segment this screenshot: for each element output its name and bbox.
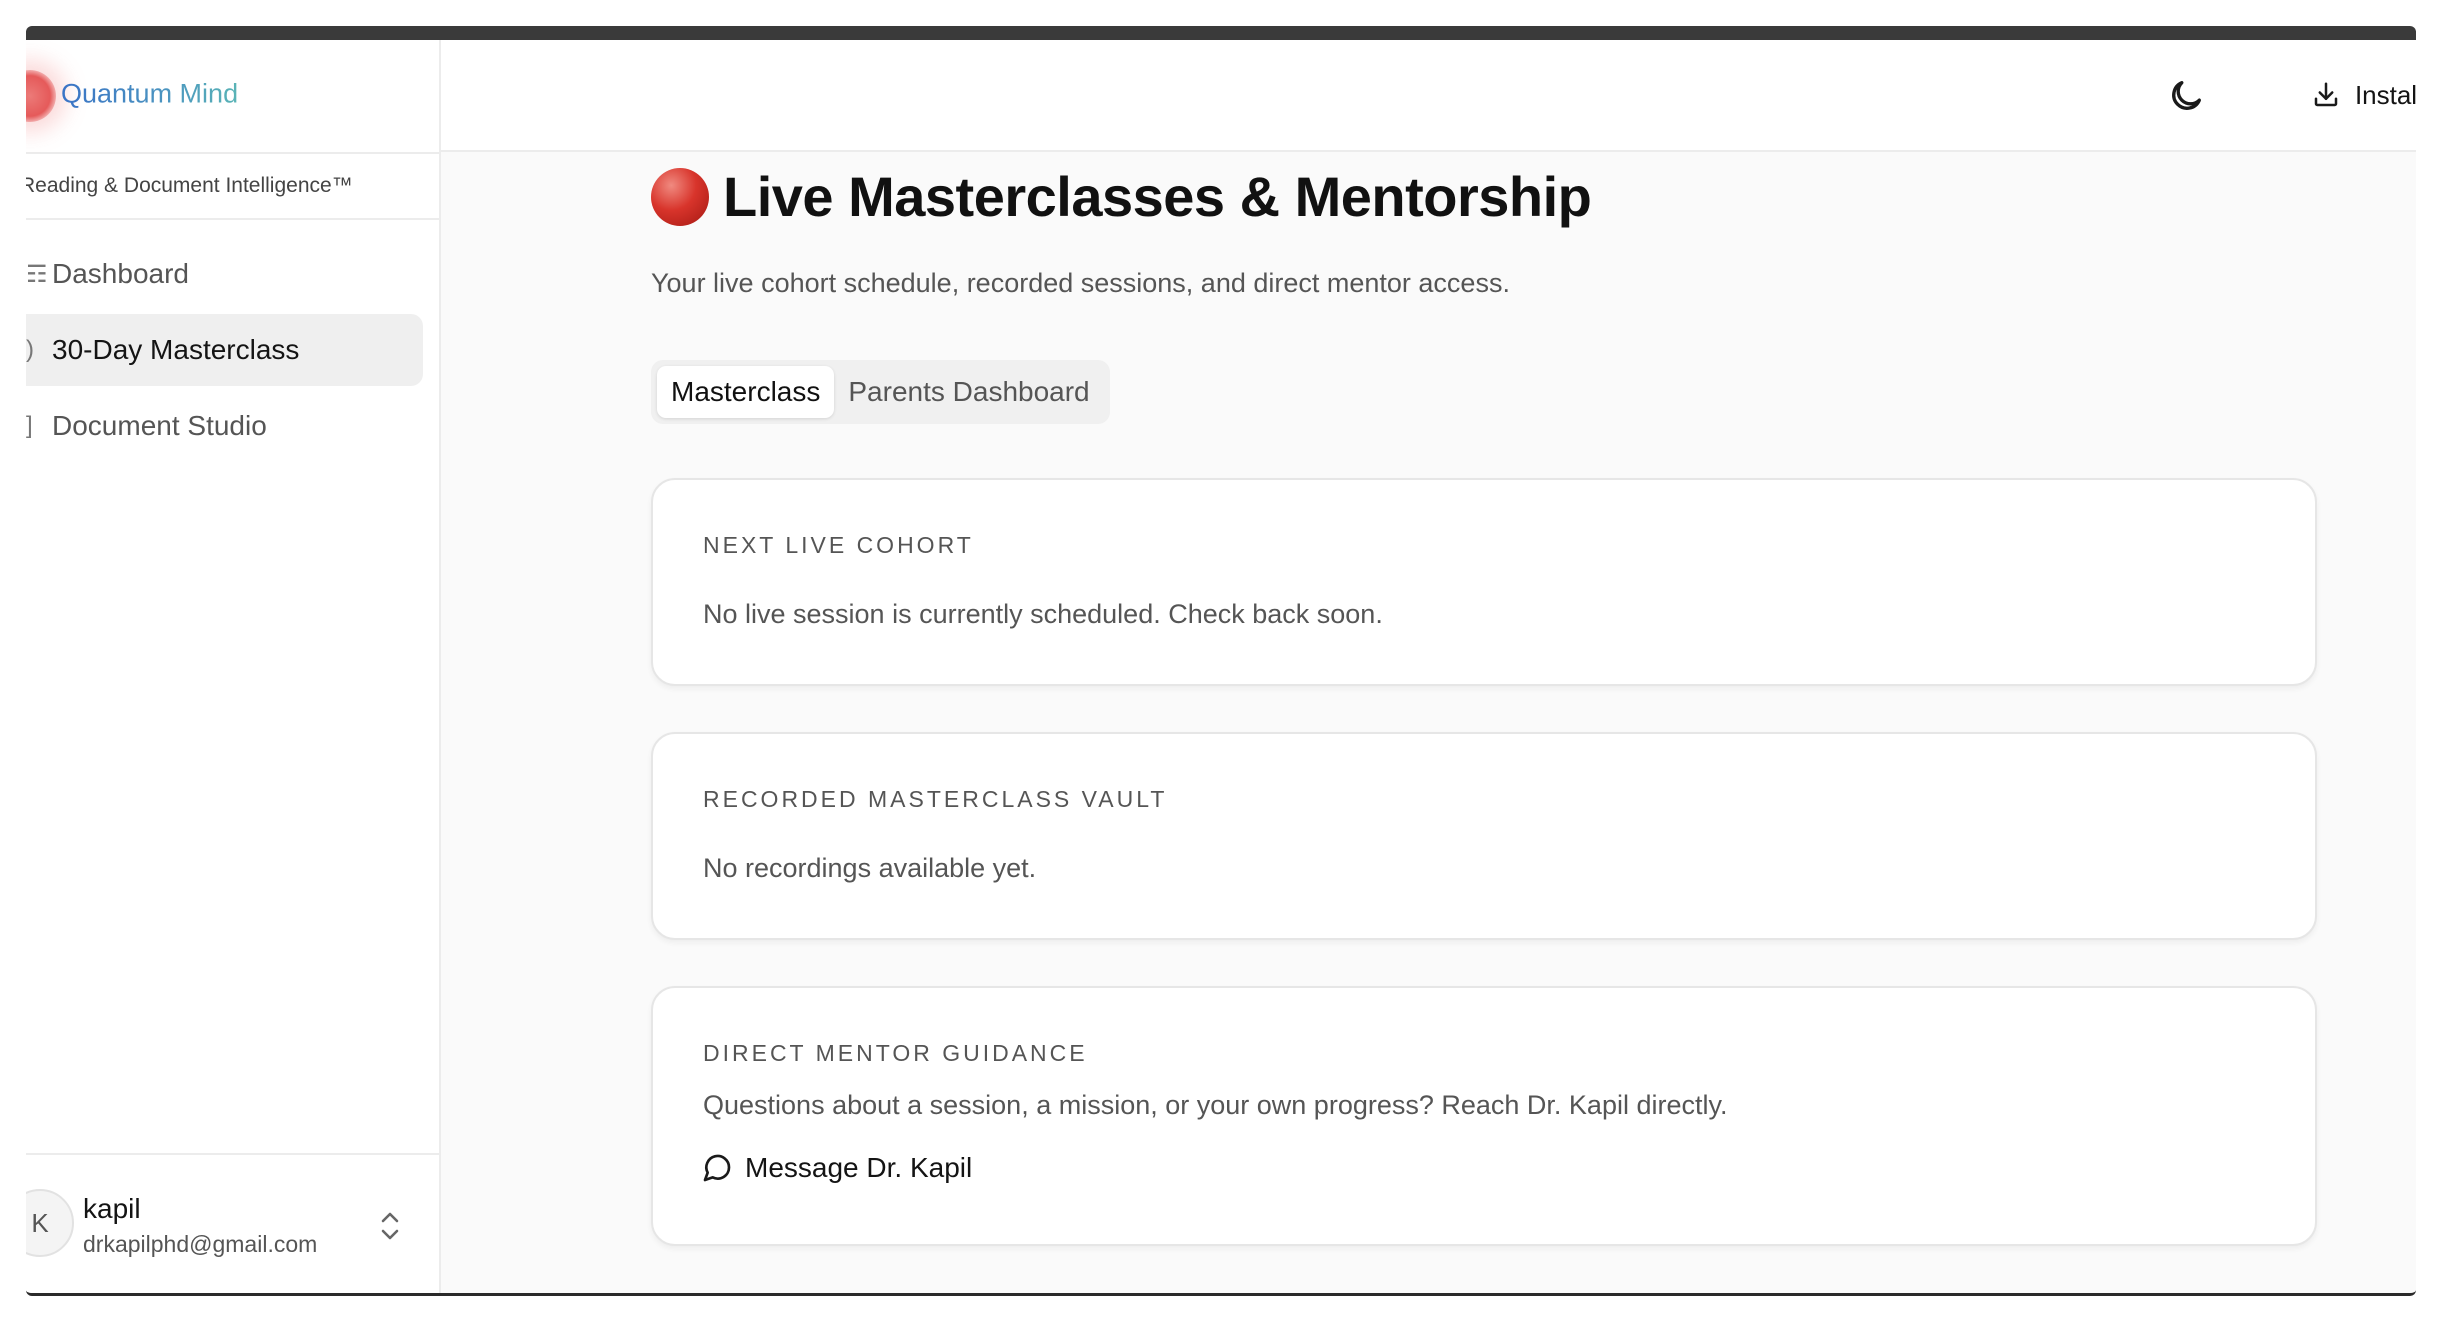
recorded-vault-card: RECORDED MASTERCLASS VAULT No recordings… <box>651 732 2317 940</box>
brand-tagline: Reading & Document Intelligence™ <box>26 152 439 220</box>
play-circle-icon: ) <box>26 336 34 363</box>
message-mentor-button[interactable]: Message Dr. Kapil <box>701 1152 972 1184</box>
message-mentor-label: Message Dr. Kapil <box>745 1152 973 1183</box>
tab-parents-dashboard[interactable]: Parents Dashboard <box>834 366 1103 418</box>
download-icon <box>2314 82 2338 107</box>
grid-icon: ☶ <box>26 260 48 288</box>
page-subtitle: Your live cohort schedule, recorded sess… <box>651 268 1510 298</box>
topbar: Install A <box>441 40 2416 152</box>
chevron-up-down-icon[interactable] <box>379 1209 401 1243</box>
page-title-text: Live Masterclasses & Mentorship <box>723 165 1592 228</box>
direct-mentor-card: DIRECT MENTOR GUIDANCE Questions about a… <box>651 986 2317 1246</box>
file-icon: ] <box>26 412 33 439</box>
brand-name: Quantum Mind <box>61 78 239 109</box>
sidebar: Quantum Mind Reading & Document Intellig… <box>26 40 441 1293</box>
tab-bar: Masterclass Parents Dashboard <box>651 360 1110 424</box>
install-app-button[interactable]: Install A <box>2311 72 2416 118</box>
sidebar-item-label: Document Studio <box>52 410 267 441</box>
user-name: kapil <box>83 1193 141 1224</box>
red-circle-icon <box>651 167 709 226</box>
sidebar-item-masterclass[interactable]: ) 30-Day Masterclass <box>26 314 423 386</box>
card-label: RECORDED MASTERCLASS VAULT <box>703 786 1168 812</box>
brand-logo-icon <box>26 70 56 122</box>
main-content: Live Masterclasses & Mentorship Your liv… <box>441 152 2416 1293</box>
next-live-cohort-card: NEXT LIVE COHORT No live session is curr… <box>651 478 2317 686</box>
sidebar-item-label: Dashboard <box>52 258 189 289</box>
sidebar-item-document-studio[interactable]: ] Document Studio <box>26 390 423 462</box>
sidebar-item-dashboard[interactable]: ☶ Dashboard <box>26 238 423 310</box>
app-window: Quantum Mind Reading & Document Intellig… <box>26 26 2416 1296</box>
avatar: K <box>26 1189 74 1257</box>
moon-icon[interactable] <box>2166 76 2206 116</box>
brand[interactable]: Quantum Mind <box>26 40 439 152</box>
card-label: NEXT LIVE COHORT <box>703 532 974 558</box>
card-label: DIRECT MENTOR GUIDANCE <box>703 1040 1088 1066</box>
sidebar-item-label: 30-Day Masterclass <box>52 334 300 365</box>
card-text: No live session is currently scheduled. … <box>703 599 1383 629</box>
page-title: Live Masterclasses & Mentorship <box>651 164 1592 229</box>
card-text: No recordings available yet. <box>703 853 1037 883</box>
sidebar-nav: ☶ Dashboard ) 30-Day Masterclass ] Docum… <box>26 220 439 462</box>
tab-masterclass[interactable]: Masterclass <box>657 366 835 418</box>
message-circle-icon <box>703 1154 731 1182</box>
install-app-label: Install A <box>2354 79 2416 110</box>
user-email: drkapilphd@gmail.com <box>83 1231 318 1257</box>
user-menu[interactable]: K kapil drkapilphd@gmail.com <box>26 1153 439 1293</box>
card-text: Questions about a session, a mission, or… <box>703 1090 1728 1120</box>
